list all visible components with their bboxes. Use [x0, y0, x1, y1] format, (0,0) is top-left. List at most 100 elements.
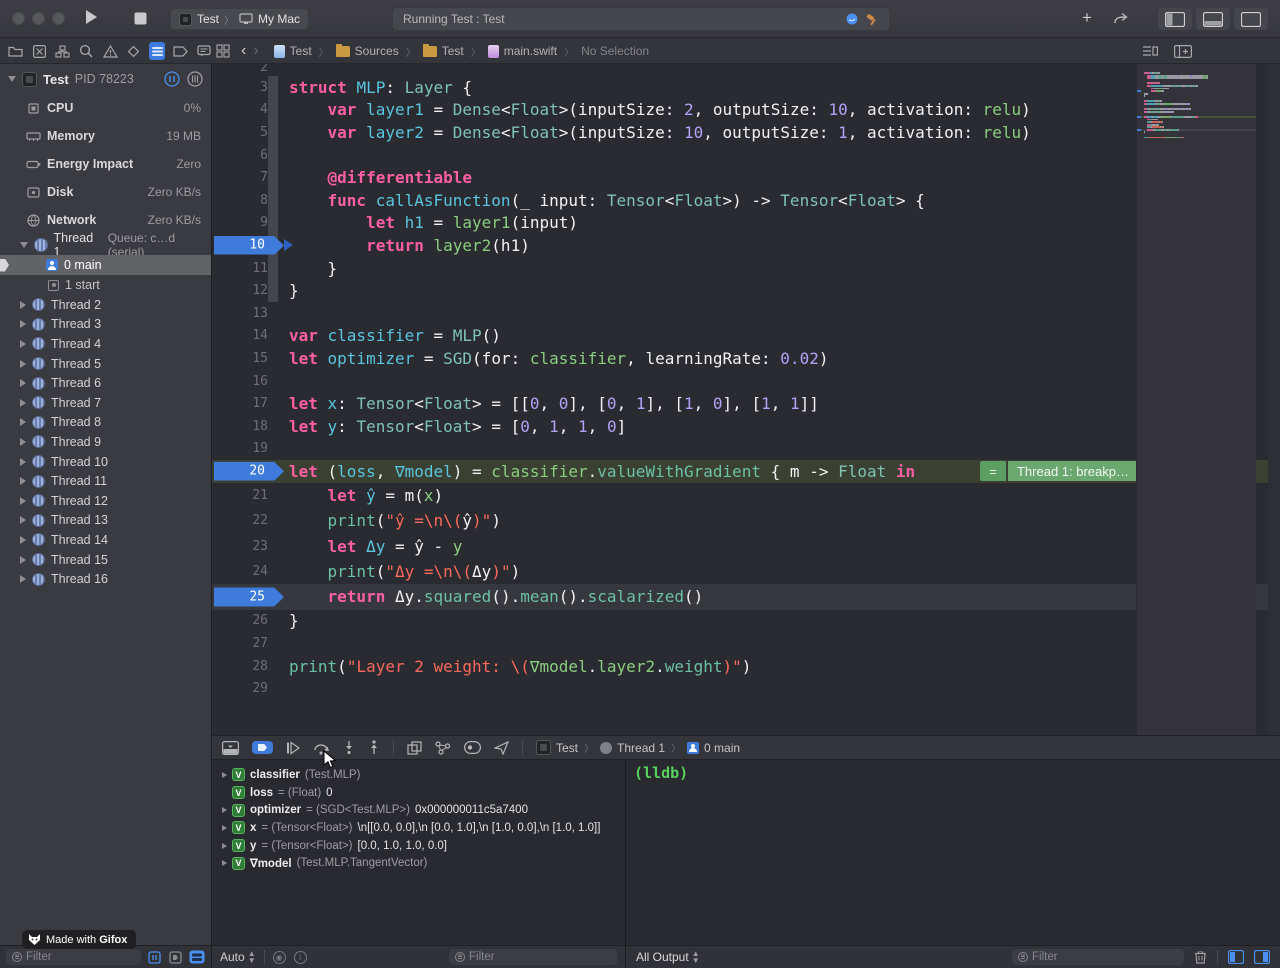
variables-pane-toggle-icon[interactable] — [1228, 950, 1244, 964]
add-editor-icon[interactable] — [1174, 45, 1192, 58]
variables-scope-select[interactable]: Auto ▲▼ — [220, 950, 256, 964]
issue-navigator-tab[interactable] — [102, 42, 118, 60]
thread-row[interactable]: Thread 12 — [0, 491, 211, 511]
editor-scrollbar[interactable] — [1268, 64, 1280, 735]
thread-row[interactable]: Thread 16 — [0, 569, 211, 589]
thread-1-row[interactable]: Thread 1Queue: c…d (serial) — [0, 234, 211, 255]
gutter[interactable]: 21 — [212, 483, 289, 508]
thread-row[interactable]: Thread 9 — [0, 432, 211, 452]
debug-jump-item[interactable]: 0 main — [687, 741, 740, 755]
disclosure-closed-icon[interactable] — [20, 418, 26, 426]
gutter[interactable]: 8 — [212, 189, 289, 212]
show-paused-only-icon[interactable] — [147, 951, 162, 964]
gutter[interactable]: 22 — [212, 508, 289, 533]
toggle-inspector-button[interactable] — [1234, 8, 1268, 30]
console-pane-toggle-icon[interactable] — [1254, 950, 1270, 964]
gutter[interactable]: 24 — [212, 559, 289, 584]
gauge-row-cpu[interactable]: CPU0% — [0, 94, 211, 122]
gutter[interactable]: 4 — [212, 99, 289, 122]
close-window-button[interactable] — [12, 12, 25, 25]
run-button[interactable] — [84, 9, 99, 25]
code-review-button[interactable] — [1112, 10, 1132, 26]
breakpoint-navigator-tab[interactable] — [173, 42, 189, 60]
editor-options-icon[interactable] — [1142, 45, 1158, 57]
disclosure-closed-icon[interactable] — [20, 360, 26, 368]
related-items-icon[interactable] — [216, 44, 230, 58]
gutter[interactable]: 25 — [212, 584, 289, 609]
thread-row[interactable]: Thread 13 — [0, 511, 211, 531]
gutter[interactable]: 15 — [212, 347, 289, 370]
thread-row[interactable]: Thread 7 — [0, 393, 211, 413]
breakpoint-indicator[interactable]: 10 — [214, 236, 284, 255]
thread-row[interactable]: Thread 15 — [0, 550, 211, 570]
project-navigator-tab[interactable] — [8, 42, 24, 60]
disclosure-closed-icon[interactable] — [222, 843, 227, 849]
flat-view-button[interactable]: ◉ — [273, 951, 286, 964]
variable-row[interactable]: Voptimizer= (SGD<Test.MLP>)0x000000011c5… — [212, 801, 625, 819]
gutter[interactable]: 9 — [212, 212, 289, 235]
debug-jump-item[interactable]: Test — [536, 740, 578, 755]
gutter[interactable]: 10 — [212, 234, 289, 257]
gauge-row-disk[interactable]: DiskZero KB/s — [0, 178, 211, 206]
disclosure-closed-icon[interactable] — [20, 301, 26, 309]
view-mode-icon[interactable] — [187, 71, 203, 87]
gutter[interactable]: 23 — [212, 533, 289, 558]
variable-row[interactable]: Vy= (Tensor<Float>)[0.0, 1.0, 1.0, 0.0] — [212, 837, 625, 855]
gutter[interactable]: 12 — [212, 279, 289, 302]
minimap[interactable] — [1136, 64, 1256, 735]
disclosure-closed-icon[interactable] — [20, 399, 26, 407]
disclosure-closed-icon[interactable] — [20, 458, 26, 466]
test-navigator-tab[interactable] — [126, 42, 142, 60]
memory-graph-button-icon[interactable] — [435, 741, 451, 755]
variables-view[interactable]: Vclassifier(Test.MLP)Vloss= (Float)0Vopt… — [212, 760, 625, 945]
disclosure-open-icon[interactable] — [8, 76, 16, 82]
breakpoints-toggle-button[interactable] — [252, 741, 273, 754]
sidebar-filter-input[interactable]: Filter — [6, 949, 141, 965]
gauge-row-memory[interactable]: Memory19 MB — [0, 122, 211, 150]
environment-overrides-button-icon[interactable] — [464, 741, 481, 754]
disclosure-closed-icon[interactable] — [20, 575, 26, 583]
source-control-navigator-tab[interactable] — [32, 42, 48, 60]
hide-debug-area-icon[interactable] — [222, 741, 239, 755]
gutter[interactable]: 20 — [212, 460, 289, 483]
process-header-row[interactable]: Test PID 78223 — [0, 64, 211, 94]
disclosure-closed-icon[interactable] — [20, 477, 26, 485]
view-hierarchy-button-icon[interactable] — [407, 741, 422, 755]
gutter[interactable]: 28 — [212, 655, 289, 678]
step-out-button-icon[interactable] — [368, 740, 380, 755]
view-mode-toggle-icon[interactable] — [189, 950, 205, 964]
step-into-button-icon[interactable] — [343, 740, 355, 755]
breakpoint-indicator[interactable]: 20 — [214, 462, 284, 481]
gutter[interactable]: 27 — [212, 632, 289, 655]
thread-row[interactable]: Thread 4 — [0, 334, 211, 354]
find-navigator-tab[interactable] — [79, 42, 95, 60]
gutter[interactable]: 5 — [212, 121, 289, 144]
gutter[interactable]: 14 — [212, 325, 289, 348]
thread-row[interactable]: Thread 10 — [0, 452, 211, 472]
simulate-location-button-icon[interactable] — [494, 741, 509, 755]
disclosure-open-icon[interactable] — [20, 242, 28, 248]
breadcrumb-item[interactable]: No Selection — [581, 44, 649, 58]
breadcrumb-item[interactable]: Sources — [336, 44, 399, 58]
variables-filter-input[interactable]: Filter — [449, 949, 617, 965]
thread-row[interactable]: Thread 14 — [0, 530, 211, 550]
toggle-navigator-button[interactable] — [1158, 8, 1192, 30]
console-scope-select[interactable]: All Output ▲▼ — [636, 950, 700, 964]
zoom-window-button[interactable] — [52, 12, 65, 25]
info-button[interactable]: i — [294, 951, 307, 964]
minimize-window-button[interactable] — [32, 12, 45, 25]
breakpoint-hit-badge[interactable]: =Thread 1: breakp… — [980, 461, 1138, 481]
thread-row[interactable]: Thread 11 — [0, 471, 211, 491]
disclosure-closed-icon[interactable] — [20, 438, 26, 446]
disclosure-closed-icon[interactable] — [20, 516, 26, 524]
disclosure-closed-icon[interactable] — [20, 497, 26, 505]
breakpoint-indicator[interactable]: 25 — [214, 587, 284, 606]
gutter[interactable]: 7 — [212, 166, 289, 189]
variable-row[interactable]: V∇model(Test.MLP.TangentVector) — [212, 854, 625, 872]
stack-frame-0-main-row[interactable]: 0 main — [0, 255, 211, 275]
debug-navigator-tab[interactable] — [149, 42, 165, 60]
symbol-navigator-tab[interactable] — [55, 42, 71, 60]
thread-row[interactable]: Thread 8 — [0, 413, 211, 433]
continue-button-icon[interactable] — [286, 741, 300, 755]
forward-button[interactable]: › — [253, 42, 258, 60]
